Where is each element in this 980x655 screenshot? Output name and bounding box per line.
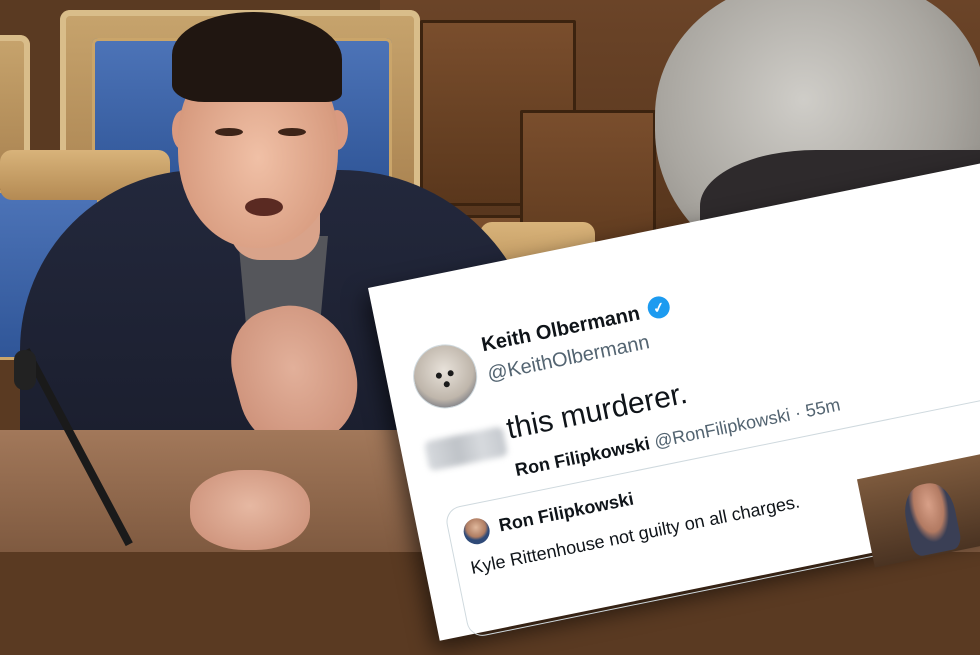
quote-separator: · (792, 402, 803, 424)
verified-badge-icon: ✓ (645, 294, 672, 321)
blurred-text (423, 426, 509, 472)
media-person (899, 479, 963, 558)
mouth (245, 198, 283, 216)
author-avatar[interactable] (407, 338, 483, 415)
eye (215, 128, 243, 136)
eye (278, 128, 306, 136)
hand-on-desk (190, 470, 310, 550)
hair (172, 12, 342, 102)
quote-media-thumbnail[interactable] (856, 431, 980, 568)
quote-time[interactable]: 55m (804, 394, 842, 421)
quote-text: Kyle Rittenhouse not guilty on all charg… (468, 491, 802, 578)
microphone-icon (14, 350, 36, 390)
quote-avatar (461, 515, 493, 547)
